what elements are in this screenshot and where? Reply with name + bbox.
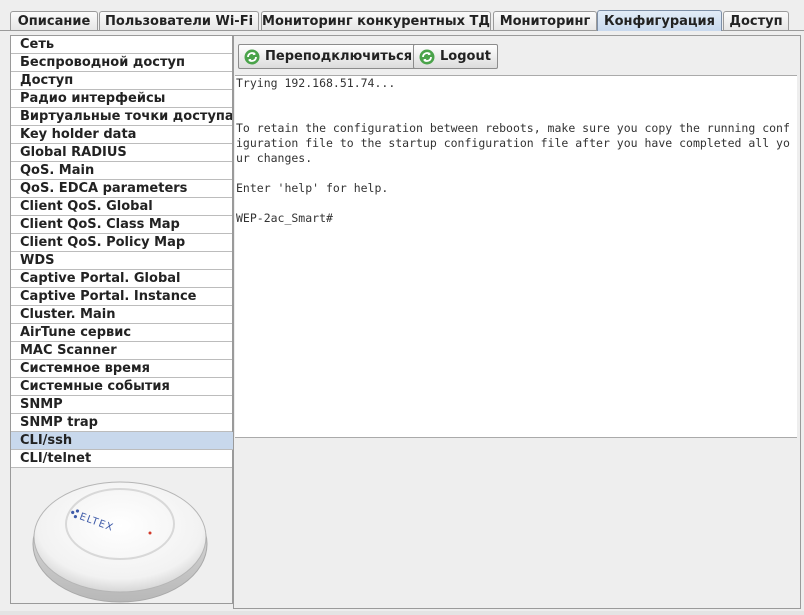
sidebar-item-network[interactable]: Сеть	[11, 36, 232, 54]
sidebar-item-qos-main[interactable]: QoS. Main	[11, 162, 232, 180]
cli-panel: Переподключиться Logout Trying 192.168.5…	[233, 35, 801, 609]
sidebar-item-cli-telnet[interactable]: CLI/telnet	[11, 450, 232, 468]
sidebar-item-qos-edca[interactable]: QoS. EDCA parameters	[11, 180, 232, 198]
terminal-output[interactable]: Trying 192.168.51.74... To retain the co…	[235, 75, 797, 438]
sidebar-item-client-qos-class-map[interactable]: Client QoS. Class Map	[11, 216, 232, 234]
terminal-line: iguration file to the startup configurat…	[236, 136, 790, 150]
sidebar-item-global-radius[interactable]: Global RADIUS	[11, 144, 232, 162]
sidebar-item-virtual-aps[interactable]: Виртуальные точки доступа	[11, 108, 232, 126]
sidebar-item-mac-scanner[interactable]: MAC Scanner	[11, 342, 232, 360]
status-strip	[0, 611, 804, 615]
terminal-line: ur changes.	[236, 151, 313, 165]
main-tab-bar: Описание Пользователи Wi-Fi Мониторинг к…	[0, 0, 804, 31]
sidebar-item-cluster-main[interactable]: Cluster. Main	[11, 306, 232, 324]
tab-access[interactable]: Доступ	[723, 11, 789, 30]
logout-button[interactable]: Logout	[413, 44, 498, 69]
sidebar-item-cli-ssh[interactable]: CLI/ssh	[11, 432, 234, 450]
terminal-line: Enter 'help' for help.	[236, 181, 389, 195]
refresh-icon	[244, 49, 260, 65]
tab-competitor-monitoring[interactable]: Мониторинг конкурентных ТД	[261, 11, 491, 30]
sidebar-item-wds[interactable]: WDS	[11, 252, 232, 270]
logout-label: Logout	[440, 49, 491, 64]
reconnect-label: Переподключиться	[265, 49, 413, 64]
tab-configuration[interactable]: Конфигурация	[597, 10, 722, 31]
sidebar-item-access[interactable]: Доступ	[11, 72, 232, 90]
access-point-image: ELTEX	[32, 481, 208, 603]
sidebar-item-airtune[interactable]: AirTune сервис	[11, 324, 232, 342]
tab-monitoring[interactable]: Мониторинг	[493, 11, 597, 30]
sidebar-item-captive-portal-instance[interactable]: Captive Portal. Instance	[11, 288, 232, 306]
sidebar-item-client-qos-policy-map[interactable]: Client QoS. Policy Map	[11, 234, 232, 252]
sidebar-item-key-holder-data[interactable]: Key holder data	[11, 126, 232, 144]
terminal-line: Trying 192.168.51.74...	[236, 76, 396, 90]
sidebar-item-snmp[interactable]: SNMP	[11, 396, 232, 414]
reconnect-button[interactable]: Переподключиться	[238, 44, 420, 69]
config-sidebar: Сеть Беспроводной доступ Доступ Радио ин…	[10, 35, 234, 604]
refresh-icon	[419, 49, 435, 65]
terminal-line: To retain the configuration between rebo…	[236, 121, 790, 135]
sidebar-item-system-time[interactable]: Системное время	[11, 360, 232, 378]
sidebar-item-client-qos-global[interactable]: Client QoS. Global	[11, 198, 232, 216]
sidebar-item-radio-interfaces[interactable]: Радио интерфейсы	[11, 90, 232, 108]
terminal-prompt: WEP-2ac_Smart#	[236, 211, 333, 225]
device-image-area: ELTEX	[11, 468, 232, 603]
sidebar-item-captive-portal-global[interactable]: Captive Portal. Global	[11, 270, 232, 288]
tab-wifi-users[interactable]: Пользователи Wi-Fi	[99, 11, 259, 30]
tab-description[interactable]: Описание	[10, 11, 98, 30]
sidebar-item-system-events[interactable]: Системные события	[11, 378, 232, 396]
sidebar-item-wireless-access[interactable]: Беспроводной доступ	[11, 54, 232, 72]
sidebar-item-snmp-trap[interactable]: SNMP trap	[11, 414, 232, 432]
